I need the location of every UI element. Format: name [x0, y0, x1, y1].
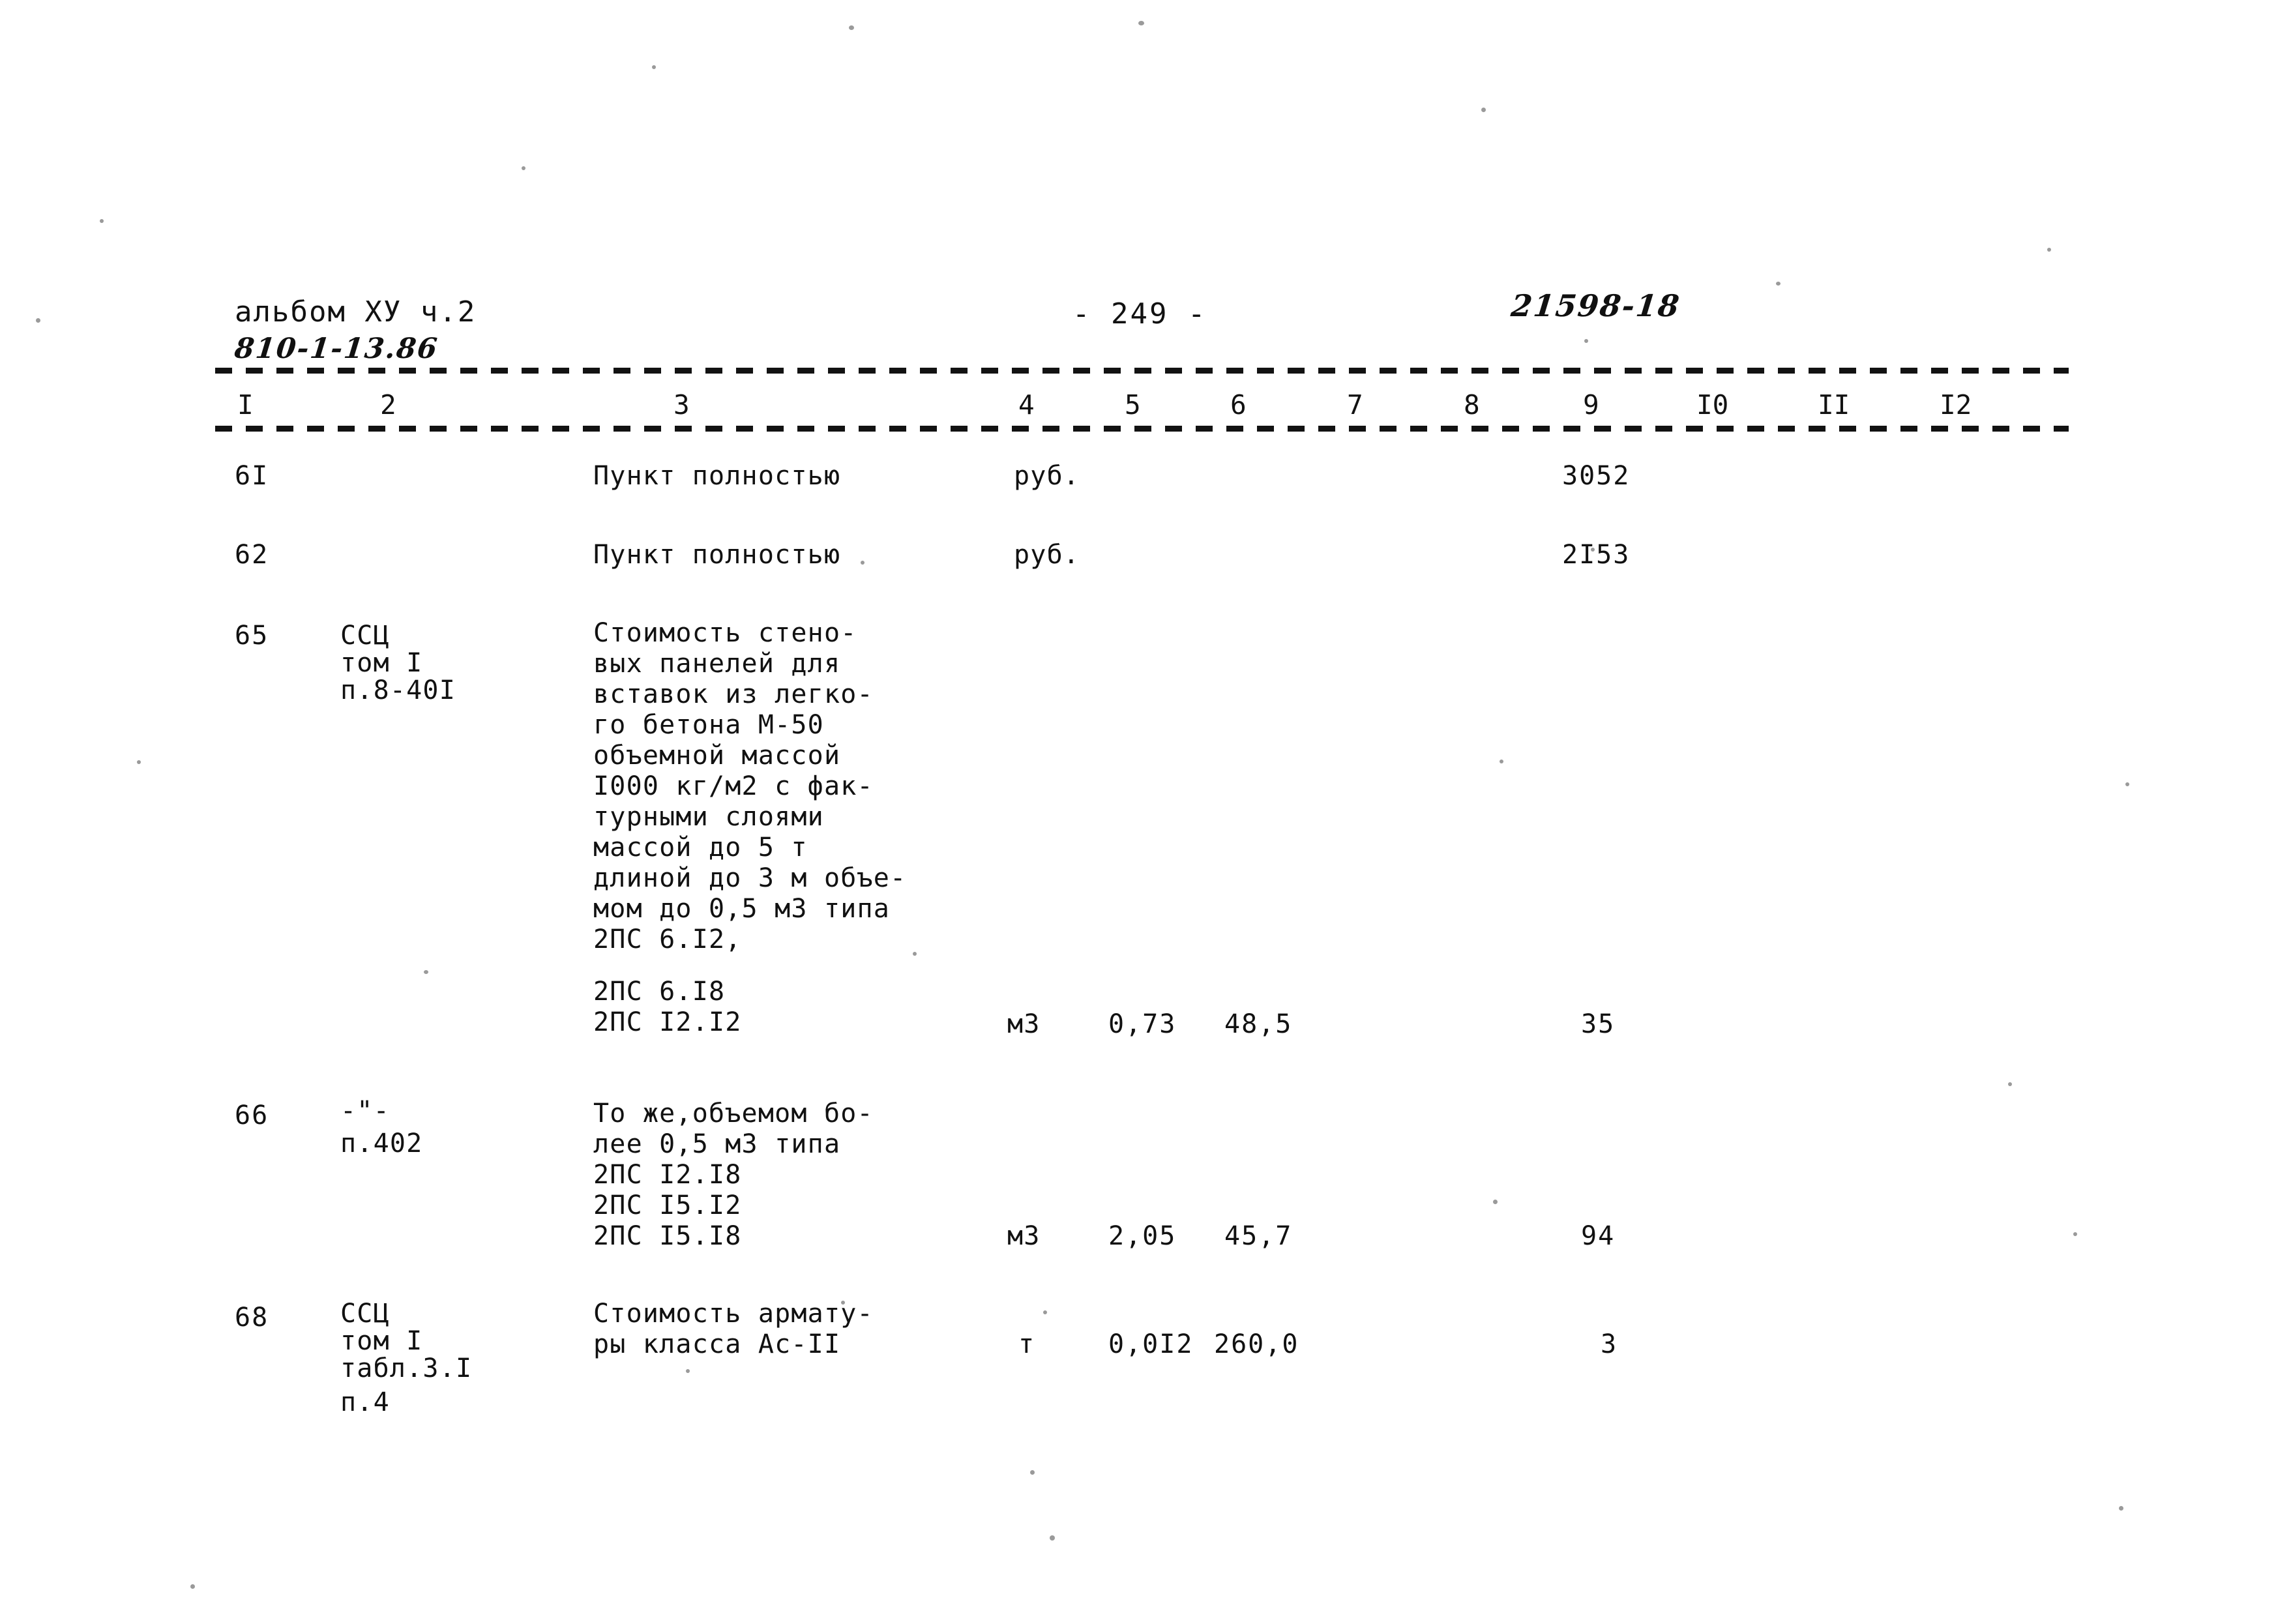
column-header-2: 2 [380, 389, 396, 421]
stamp-code: 21598-18 [1509, 288, 1682, 323]
row-unit: т [1018, 1329, 1035, 1359]
scan-speckle [424, 970, 428, 974]
scan-speckle [1138, 21, 1144, 25]
row-number: 62 [235, 540, 269, 570]
row-total: 3 [1601, 1329, 1618, 1359]
scan-speckle [1776, 282, 1781, 286]
column-header-8: 8 [1464, 389, 1480, 421]
scan-speckle [1500, 760, 1503, 763]
row-reference-line: том I [340, 1326, 423, 1356]
row-reference-line: ССЦ [340, 621, 390, 651]
row-total: 94 [1581, 1221, 1616, 1251]
row-description-line: вых панелей для [593, 649, 841, 679]
row-unit: руб. [1014, 540, 1080, 570]
row-description-line: Стоимость армату- [593, 1299, 874, 1329]
row-description-line: массой до 5 т [593, 833, 808, 863]
row-quantity: 0,73 [1108, 1009, 1177, 1039]
row-description-line: Стоимость стено- [593, 618, 857, 648]
column-header-3: 3 [673, 389, 690, 421]
row-reference-line: ССЦ [340, 1299, 390, 1329]
row-description-line: 2ПС I5.I8 [593, 1221, 742, 1251]
scan-speckle [861, 561, 865, 565]
scan-speckle [849, 25, 854, 30]
row-description-line: го бетона М-50 [593, 710, 824, 740]
row-reference-line: табл.3.I [340, 1353, 473, 1383]
scan-speckle [1043, 1310, 1047, 1314]
scan-speckle [2073, 1232, 2077, 1236]
row-total: 2I53 [1562, 540, 1631, 570]
column-header-7: 7 [1347, 389, 1363, 421]
row-description-line: длиной до 3 м объе- [593, 863, 907, 893]
row-description-line: 2ПС I5.I2 [593, 1190, 742, 1220]
column-header-5: 5 [1125, 389, 1141, 421]
row-description-line: мом до 0,5 м3 типа [593, 894, 891, 924]
scan-speckle [36, 318, 40, 323]
column-header-1: I [237, 389, 254, 421]
scan-speckle [2125, 782, 2129, 786]
scan-speckle [2047, 248, 2051, 252]
row-description-line: лее 0,5 м3 типа [593, 1129, 841, 1159]
scan-speckle [1481, 108, 1486, 112]
row-description-line: 2ПС I2.I8 [593, 1160, 742, 1190]
row-unit: руб. [1014, 461, 1080, 491]
row-price: 260,0 [1214, 1329, 1299, 1359]
scan-speckle [2119, 1506, 2123, 1511]
scanned-document-page: альбом ХУ ч.2 810-1-13.86 - 249 - 21598-… [0, 0, 2291, 1624]
row-description: Пункт полностью [593, 461, 841, 491]
row-number: 68 [235, 1303, 269, 1333]
scan-speckle [100, 219, 104, 223]
column-header-9: 9 [1583, 389, 1599, 421]
scan-speckle [1030, 1470, 1035, 1475]
row-unit: м3 [1007, 1221, 1041, 1251]
row-description-line: объемной массой [593, 741, 841, 771]
scan-speckle [1493, 1200, 1498, 1204]
row-price: 45,7 [1224, 1221, 1293, 1251]
scan-speckle [1584, 339, 1588, 343]
column-header-10: I0 [1696, 389, 1729, 421]
row-description-line: ры класса Ас-II [593, 1329, 841, 1359]
table-rule-top [215, 368, 2069, 374]
page-marker: - 249 - [1072, 297, 1207, 331]
row-number: 66 [235, 1100, 269, 1130]
row-number: 6I [235, 461, 269, 491]
row-quantity: 0,0I2 [1108, 1329, 1194, 1359]
row-description-line: 2ПС 6.I8 [593, 977, 726, 1007]
row-description-line: То же,объемом бо- [593, 1099, 874, 1129]
scan-speckle [2008, 1082, 2012, 1086]
scan-speckle [652, 65, 656, 69]
album-label: альбом ХУ ч.2 [235, 295, 477, 329]
row-price: 48,5 [1224, 1009, 1293, 1039]
row-number: 65 [235, 621, 269, 651]
scan-speckle [913, 952, 917, 956]
row-reference-line: п.8-40I [340, 675, 456, 705]
row-reference-line: п.402 [340, 1129, 423, 1159]
row-description: Пункт полностью [593, 540, 841, 570]
row-total: 35 [1581, 1009, 1616, 1039]
row-description-line: 2ПС 6.I2, [593, 924, 742, 954]
scan-speckle [137, 760, 141, 764]
row-quantity: 2,05 [1108, 1221, 1177, 1251]
row-unit: м3 [1007, 1009, 1041, 1039]
scan-speckle [686, 1369, 690, 1373]
row-total: 3052 [1562, 461, 1631, 491]
row-description-line: 2ПС I2.I2 [593, 1007, 742, 1037]
row-reference-line: п.4 [340, 1387, 390, 1417]
column-header-11: II [1818, 389, 1850, 421]
album-code: 810-1-13.86 [233, 332, 440, 365]
scan-speckle [190, 1584, 195, 1589]
scan-speckle [522, 166, 525, 170]
row-reference-line: -"- [340, 1096, 390, 1126]
column-header-6: 6 [1230, 389, 1247, 421]
row-description-line: турными слоями [593, 802, 824, 832]
row-description-line: I000 кг/м2 с фак- [593, 771, 874, 801]
row-reference-line: том I [340, 648, 423, 678]
column-header-4: 4 [1018, 389, 1035, 421]
scan-speckle [1050, 1535, 1055, 1541]
table-rule-header-bottom [215, 426, 2069, 432]
column-header-12: I2 [1940, 389, 1972, 421]
row-description-line: вставок из легко- [593, 679, 874, 709]
